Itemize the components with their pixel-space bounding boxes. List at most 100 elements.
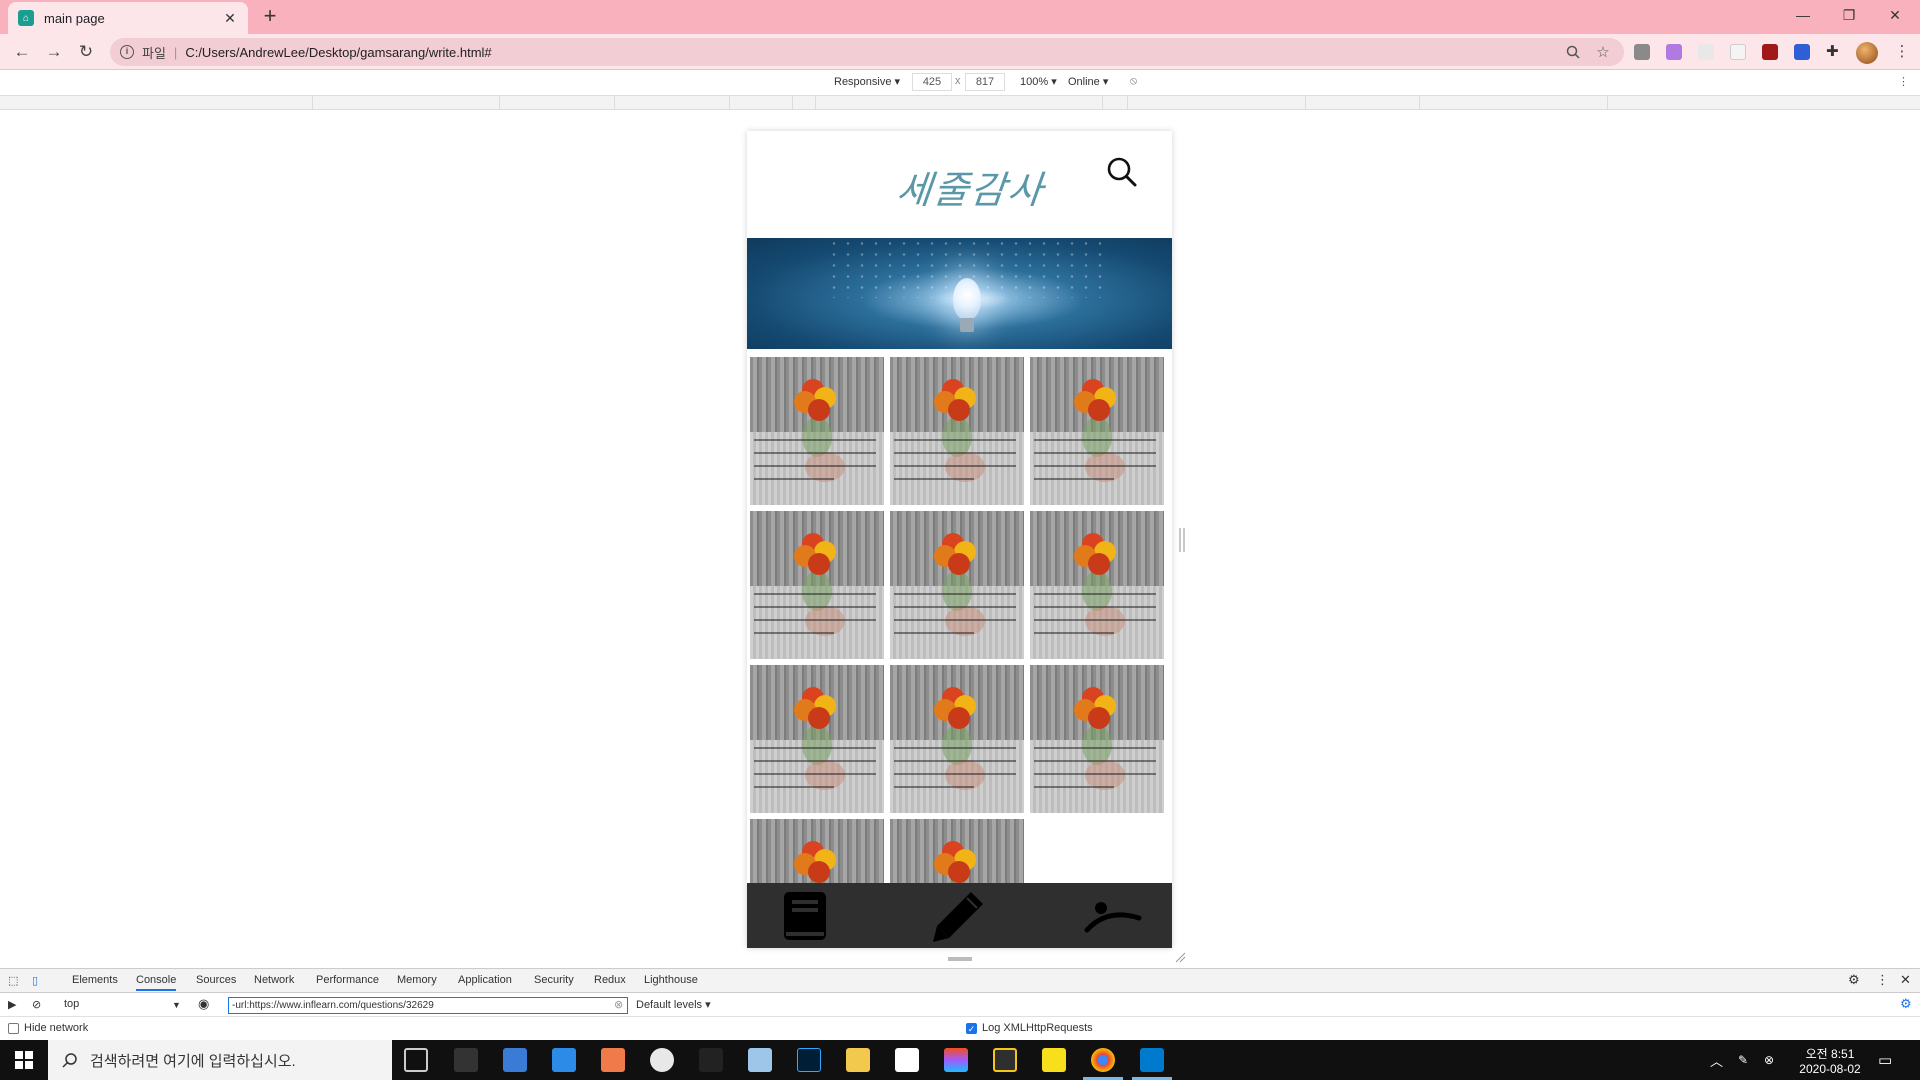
photo-card[interactable] <box>890 357 1024 505</box>
minimize-button[interactable]: — <box>1780 0 1826 30</box>
tab-security[interactable]: Security <box>534 974 574 986</box>
devtools-close-icon[interactable]: ✕ <box>1900 972 1911 988</box>
clock-area[interactable]: 오전 8:51 2020-08-02 <box>1790 1040 1870 1080</box>
moon-extension-icon[interactable] <box>1698 44 1714 60</box>
ublock-extension-icon[interactable] <box>1762 44 1778 60</box>
tab-application[interactable]: Application <box>458 974 512 986</box>
photo-card[interactable] <box>890 511 1024 659</box>
pen-tray-icon[interactable]: ✎ <box>1738 1040 1748 1080</box>
tray-overflow-icon[interactable]: ︿ <box>1710 1040 1723 1080</box>
photo-card[interactable] <box>750 511 884 659</box>
taskbar-search-box[interactable]: 검색하려면 여기에 입력하십시오. <box>48 1040 392 1080</box>
hide-network-checkbox[interactable] <box>8 1023 19 1034</box>
restore-button[interactable]: ❐ <box>1826 0 1872 30</box>
media-query-bar[interactable] <box>0 96 1920 110</box>
viewport-right-resize-handle[interactable] <box>1179 528 1185 552</box>
tab-performance[interactable]: Performance <box>316 974 379 986</box>
browser-tab[interactable]: ⌂ main page ✕ <box>8 2 248 34</box>
profile-icon[interactable] <box>1063 883 1163 948</box>
photo-card[interactable] <box>890 665 1024 813</box>
close-window-button[interactable]: ✕ <box>1872 0 1918 30</box>
clock-app-icon[interactable] <box>650 1048 674 1072</box>
windows-start-icon[interactable] <box>0 1040 48 1080</box>
devtools-settings-icon[interactable]: ⚙ <box>1848 972 1860 988</box>
book-icon[interactable] <box>755 883 855 948</box>
photo-card[interactable] <box>750 819 884 887</box>
photo-card[interactable] <box>890 819 1024 887</box>
forward-button[interactable]: → <box>42 40 66 64</box>
sticky-notes-icon[interactable] <box>1042 1048 1066 1072</box>
new-tab-button[interactable]: + <box>258 5 282 29</box>
zoom-icon[interactable] <box>1562 41 1584 63</box>
tab-console[interactable]: Console <box>136 974 177 991</box>
address-bar[interactable]: i 파일 | C:/Users/AndrewLee/Desktop/gamsar… <box>110 38 1624 66</box>
task-view-icon[interactable] <box>404 1048 428 1072</box>
notion-app-icon[interactable] <box>895 1048 919 1072</box>
figma-app-icon[interactable] <box>944 1048 968 1072</box>
menu-kebab-icon[interactable]: ⋮ <box>1894 44 1910 60</box>
vscode-app-icon[interactable] <box>1140 1048 1164 1072</box>
address-url[interactable]: C:/Users/AndrewLee/Desktop/gamsarang/wri… <box>185 45 1554 60</box>
log-xhr-checkbox[interactable]: ✓ <box>966 1023 977 1034</box>
chrome-app-icon[interactable] <box>1091 1048 1115 1072</box>
network-throttle-select[interactable]: Online ▾ <box>1068 75 1108 88</box>
eye-icon[interactable]: ◉ <box>198 996 209 1012</box>
tab-network[interactable]: Network <box>254 974 294 986</box>
search-icon[interactable] <box>1105 155 1141 191</box>
tab-lighthouse[interactable]: Lighthouse <box>644 974 698 986</box>
photoshop-app-icon[interactable] <box>797 1048 821 1072</box>
zoom-select[interactable]: 100% ▾ <box>1020 75 1057 88</box>
context-dropdown-icon[interactable]: ▼ <box>172 1000 181 1010</box>
notification-icon[interactable]: ▭ <box>1878 1040 1892 1080</box>
puzzle-extensions-icon[interactable]: ✚ <box>1826 44 1842 60</box>
back-button[interactable]: ← <box>10 40 34 64</box>
photo-card[interactable] <box>750 665 884 813</box>
clear-console-icon[interactable]: ⊘ <box>32 998 41 1011</box>
photo-card[interactable] <box>1030 511 1164 659</box>
rotate-icon[interactable]: ⦸ <box>1130 75 1137 88</box>
console-settings-icon[interactable]: ⚙ <box>1900 996 1912 1012</box>
site-logo[interactable]: 세줄감사 <box>894 159 1048 214</box>
device-mode-select[interactable]: Responsive ▾ <box>834 75 900 88</box>
network-tray-icon[interactable]: ⊗ <box>1764 1040 1774 1080</box>
handwriting-line <box>1034 773 1156 775</box>
close-tab-icon[interactable]: ✕ <box>222 10 238 27</box>
notebook-app-icon[interactable] <box>748 1048 772 1072</box>
profile-avatar[interactable] <box>1856 42 1878 64</box>
pencil-icon[interactable] <box>909 883 1009 948</box>
console-filter-input[interactable] <box>228 997 628 1014</box>
unity-app-icon[interactable] <box>699 1048 723 1072</box>
info-icon[interactable]: i <box>120 45 134 59</box>
file-explorer-icon[interactable] <box>846 1048 870 1072</box>
viewport-height-input[interactable]: 817 <box>965 73 1005 91</box>
camera-app-icon[interactable] <box>552 1048 576 1072</box>
tab-memory[interactable]: Memory <box>397 974 437 986</box>
clear-filter-icon[interactable]: ⊗ <box>614 998 623 1011</box>
viewport-bottom-resize-handle[interactable] <box>948 957 972 961</box>
screen-extension-icon[interactable] <box>1794 44 1810 60</box>
context-select[interactable]: top <box>64 998 79 1010</box>
photo-card[interactable] <box>750 357 884 505</box>
inspect-element-icon[interactable]: ⬚ <box>8 974 18 987</box>
acrobat-extension-icon[interactable] <box>1634 44 1650 60</box>
ridi-app-icon[interactable] <box>454 1048 478 1072</box>
recorder-app-icon[interactable] <box>601 1048 625 1072</box>
viewport-corner-resize-handle[interactable] <box>1174 951 1186 963</box>
tab-redux[interactable]: Redux <box>594 974 626 986</box>
feather-app-icon[interactable] <box>503 1048 527 1072</box>
device-toggle-icon[interactable]: ▯ <box>32 974 38 987</box>
bookmark-star-icon[interactable]: ☆ <box>1592 41 1614 63</box>
viewport-width-input[interactable]: 425 <box>912 73 952 91</box>
blank-extension-icon[interactable] <box>1730 44 1746 60</box>
photo-card[interactable] <box>1030 665 1164 813</box>
tab-elements[interactable]: Elements <box>72 974 118 986</box>
tab-sources[interactable]: Sources <box>196 974 236 986</box>
photo-card[interactable] <box>1030 357 1164 505</box>
devtools-more-icon[interactable]: ⋮ <box>1876 972 1889 988</box>
device-more-icon[interactable]: ⋮ <box>1898 75 1909 88</box>
palette-extension-icon[interactable] <box>1666 44 1682 60</box>
log-levels-select[interactable]: Default levels ▾ <box>636 998 711 1011</box>
console-sidebar-icon[interactable]: ▶ <box>8 998 16 1011</box>
sourcetree-app-icon[interactable] <box>993 1048 1017 1072</box>
reload-button[interactable]: ↻ <box>74 40 98 64</box>
